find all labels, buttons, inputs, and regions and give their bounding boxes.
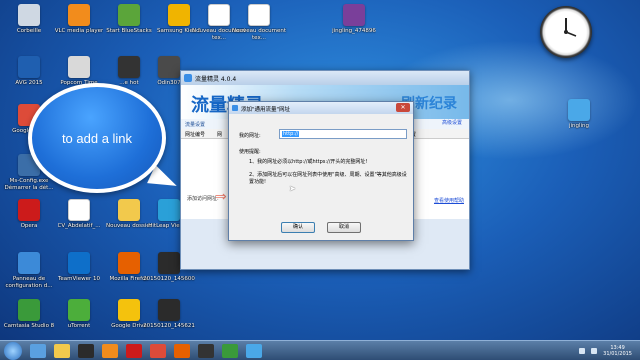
tab-traffic-settings[interactable]: 流量设置 [185,121,205,128]
popcorn-icon [68,56,90,78]
firefox-taskbar-icon[interactable] [174,343,190,358]
desktop-icon-label: Camtasia Studio 8 [3,323,55,329]
dialog-titlebar[interactable]: 添加"通用流量"网址 ✕ [229,102,413,114]
desktop-icon-label: 20150120_145600 [143,276,195,282]
tip-2: 2、添加网址后可以在网址列表中使用"高级、周期、设置"等其他高级设置功能! [249,172,407,185]
desktop-icon-label: AVG 2015 [15,80,43,86]
taskbar: 13:49 31/01/2015 [0,340,640,360]
desktop-icon-label: Nouveau document tex... [232,28,286,41]
app-logo-icon [184,74,192,82]
dialog-app-icon [232,105,238,111]
winrar-icon [343,4,365,26]
bluestacks-icon [118,4,140,26]
url-input[interactable]: http:// [279,129,407,139]
tip-1: 1、我的网址必须以http://或https://开头的完整网址! [249,159,368,165]
tray-network-icon[interactable] [579,347,586,354]
bubble-text: to add a link [61,130,133,146]
tray-volume-icon[interactable] [591,347,598,354]
desktop-icon-label: ...e hot [119,80,139,86]
opera-icon [18,199,40,221]
folder-icon [118,199,140,221]
add-url-label[interactable]: 添加访问网址: [187,195,219,202]
confirm-button[interactable]: 确认 [281,222,315,233]
avg-icon [18,56,40,78]
text-document-icon [248,4,270,26]
desktop-icon-jingling-zip[interactable]: jingling_474896 [325,4,383,56]
desktop-icon-label: Start BlueStacks [106,28,152,34]
firefox-icon [118,252,140,274]
desktop-icon-label: TeamViewer 10 [58,276,100,282]
desktop-icon-label: jingling_474896 [332,28,376,34]
system-tray: 13:49 31/01/2015 [579,345,640,357]
chrome-taskbar-icon[interactable] [150,343,166,358]
taskbar-clock[interactable]: 13:49 31/01/2015 [603,345,632,357]
col-url-number: 网址编号 [185,132,206,138]
annotation-bubble: to add a link [28,83,166,193]
desktop-icon-label: uTorrent [67,323,91,329]
desktop-icon-jingling[interactable]: jingling [550,99,608,151]
text-document-icon [208,4,230,26]
camtasia-icon [18,299,40,321]
teamviewer-icon [68,252,90,274]
opera-taskbar-icon[interactable] [126,343,142,358]
desktop-icon-label: 20150120_145621 [143,323,195,329]
desktop-icon-label: Opera [20,223,38,229]
recycle-bin-icon [18,4,40,26]
cmd-taskbar-icon[interactable] [198,343,214,358]
col-url: 网 [217,132,223,138]
hint-arrow-icon: ⇒ [215,189,227,205]
image-file-icon [158,299,180,321]
dialog-title: 添加"通用流量"网址 [241,107,291,113]
vlc-taskbar-icon[interactable] [102,343,118,358]
desktop-icon-nouveau-doc-2[interactable]: Nouveau document tex... [230,4,288,56]
close-icon[interactable]: ✕ [396,103,410,112]
text-document-icon [68,199,90,221]
control-panel-icon [18,252,40,274]
url-input-value: http:// [282,131,300,137]
utorrent-icon [68,299,90,321]
cancel-button[interactable]: 取消 [327,222,361,233]
help-link[interactable]: 查看使用帮助 [434,197,464,204]
odin-icon [158,56,180,78]
taskbar-date: 31/01/2015 [603,350,632,357]
vlc-cone-icon [68,4,90,26]
ie-icon[interactable] [30,343,46,358]
desktop-icon-label: Ms-Config.exe Démarrer la dét... [4,178,54,191]
odin-icon [118,56,140,78]
media-player-icon[interactable] [78,343,94,358]
hitleap-icon [158,199,180,221]
jingling-bird-icon [568,99,590,121]
desktop-icon-label: jingling [568,123,590,129]
jingling-taskbar-icon[interactable] [246,343,262,358]
camtasia-taskbar-icon[interactable] [222,343,238,358]
kies-icon [168,4,190,26]
mouse-cursor-icon: ➤ [289,184,296,193]
clock-hands-icon [564,18,577,37]
explorer-icon[interactable] [54,343,70,358]
google-drive-icon [118,299,140,321]
desktop-icon-label: Corbeille [16,28,42,34]
add-url-dialog[interactable]: 添加"通用流量"网址 ✕ 我的网址: http:// 使用提醒: 1、我的网址必… [228,101,414,241]
desktop-icon-label: CV_Abdelatif_... [57,223,101,229]
image-file-icon [158,252,180,274]
tips-title: 使用提醒: [239,149,261,155]
url-field-label: 我的网址: [239,133,261,139]
advanced-settings-link[interactable]: 高级设置 [442,119,462,126]
desktop-icon-label: VLC media player [54,28,104,34]
app-titlebar[interactable]: 流量精灵 4.0.4 [181,71,469,85]
desktop-icon-label: Odin307 [157,80,181,86]
clock-gadget[interactable] [540,6,592,58]
app-title: 流量精灵 4.0.4 [195,76,237,83]
start-button[interactable] [4,341,22,360]
